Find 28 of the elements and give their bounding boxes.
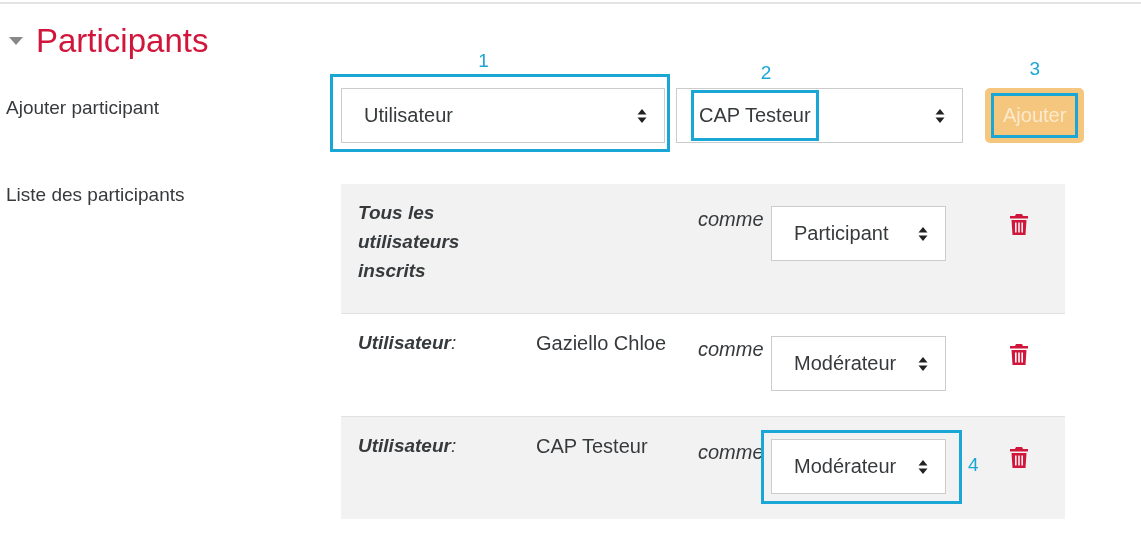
participant-label: Utilisateur:: [358, 434, 458, 458]
role-select[interactable]: Participant: [771, 206, 946, 261]
callout-number: 1: [478, 50, 489, 72]
collapse-triangle-icon[interactable]: [8, 36, 24, 46]
role-select[interactable]: Modérateur: [771, 336, 946, 391]
callout-number: 4: [968, 453, 979, 476]
type-select[interactable]: Utilisateur: [341, 88, 665, 143]
sort-arrows-icon: [918, 225, 928, 242]
sort-arrows-icon: [918, 355, 928, 372]
trash-icon[interactable]: [1010, 344, 1028, 365]
participant-name: Gaziello Chloe: [536, 332, 668, 355]
sort-arrows-icon: [935, 107, 945, 124]
role-connector: comme: [698, 441, 765, 464]
role-connector: comme: [698, 338, 765, 361]
callout-number: 2: [760, 62, 772, 84]
role-select[interactable]: Modérateur: [771, 439, 946, 494]
trash-icon[interactable]: [1010, 447, 1028, 468]
trash-icon[interactable]: [1010, 214, 1028, 235]
callout-number: 3: [1029, 58, 1040, 80]
participant-label: Tous les utilisateurs inscrits: [358, 201, 461, 283]
role-connector: comme: [698, 208, 765, 231]
sort-arrows-icon: [918, 458, 928, 475]
sort-arrows-icon: [637, 107, 647, 124]
field-label: Liste des participants: [6, 184, 186, 207]
participant-label: Utilisateur:: [358, 331, 458, 355]
section-title: Participants: [36, 22, 209, 60]
field-label: Ajouter participant: [6, 96, 161, 120]
participant-name: CAP Testeur: [536, 435, 649, 458]
